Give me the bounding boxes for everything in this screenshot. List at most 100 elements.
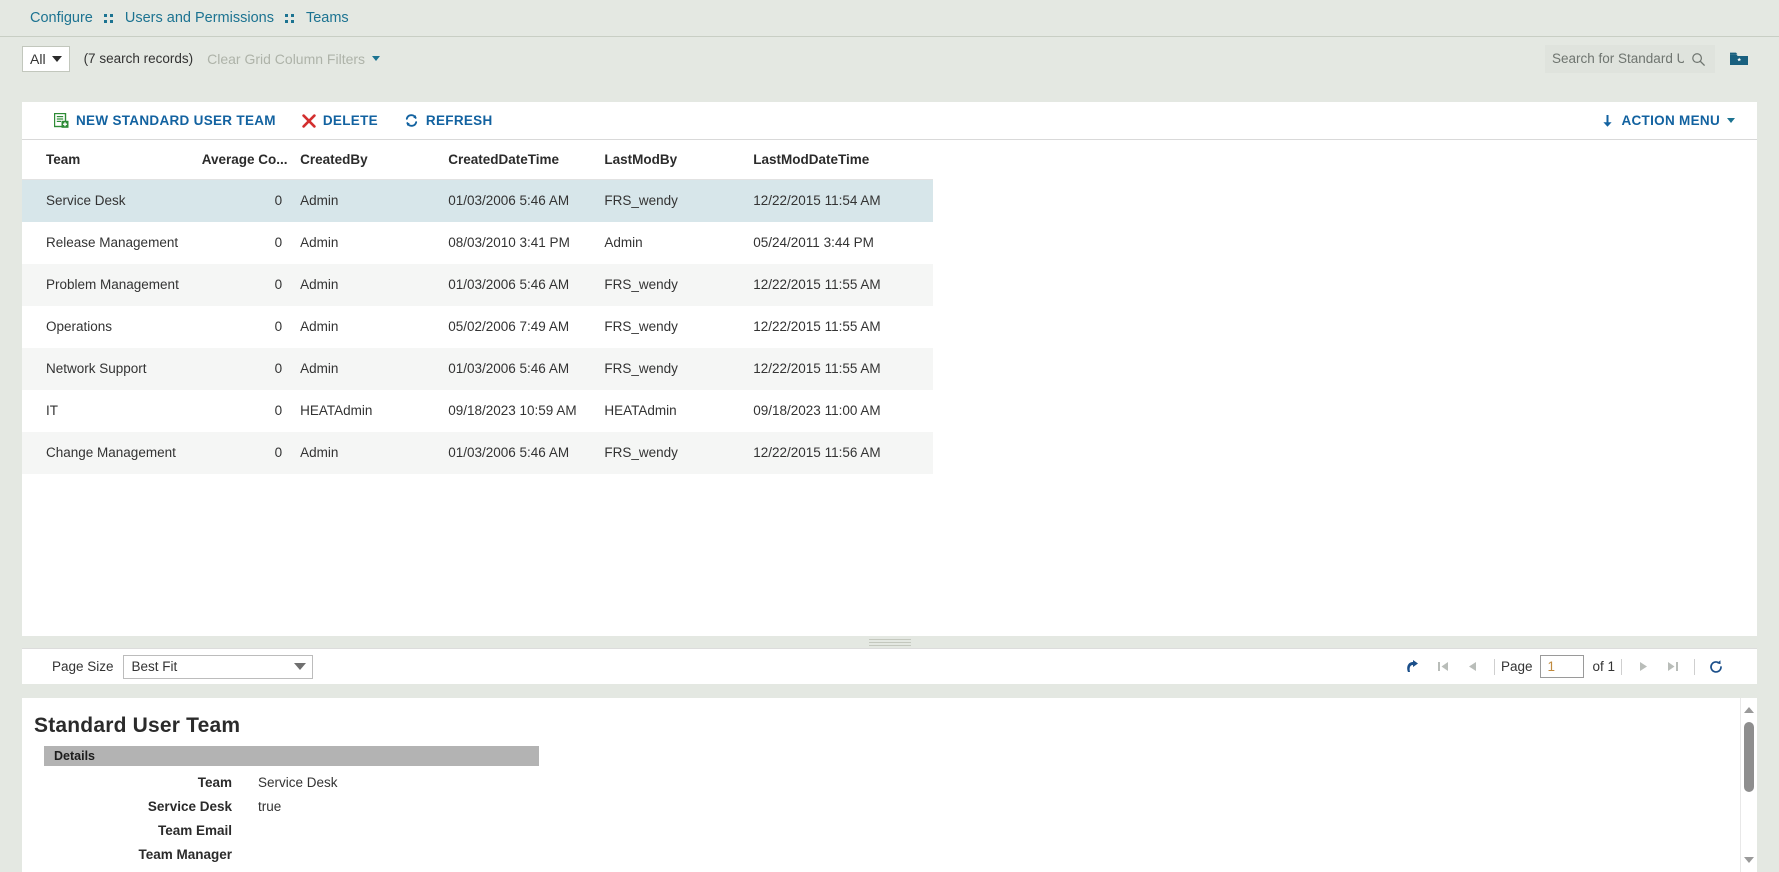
refresh-icon xyxy=(405,114,418,127)
detail-panel: Standard User Team Details Team Service D… xyxy=(22,698,1757,872)
cell-team: Service Desk xyxy=(22,179,202,222)
table-header-row: Team Average Co... CreatedBy CreatedDate… xyxy=(22,140,933,180)
table-row[interactable]: IT 0 HEATAdmin 09/18/2023 10:59 AM HEATAdmin… xyxy=(22,390,933,432)
cell-cdt: 05/02/2006 7:49 AM xyxy=(448,319,570,334)
cell-mdt: 12/22/2015 11:54 AM xyxy=(753,179,933,222)
clear-grid-column-filters-label: Clear Grid Column Filters xyxy=(207,50,366,67)
column-header-average-cost[interactable]: Average Co... xyxy=(201,140,293,180)
scope-dropdown-value: All xyxy=(30,50,46,67)
detail-field-row: Service Desk true xyxy=(22,799,1757,814)
table-row[interactable]: Network Support 0 Admin 01/03/2006 5:46 AM F… xyxy=(22,347,933,390)
close-x-icon xyxy=(302,113,316,128)
saved-searches-folder-icon[interactable] xyxy=(1729,51,1749,67)
chevron-down-icon xyxy=(372,56,381,61)
column-header-lastmoddatetime[interactable]: LastModDateTime xyxy=(753,140,933,180)
scroll-up-icon[interactable] xyxy=(1744,707,1754,713)
table-row[interactable]: Change Management 0 Admin 01/03/2006 5:46 A… xyxy=(22,431,933,474)
cell-cby: Admin xyxy=(300,235,339,250)
scrollbar-thumb[interactable] xyxy=(1744,722,1754,792)
cell-team: Network Support xyxy=(22,347,202,390)
page-size-dropdown[interactable]: Best Fit xyxy=(122,654,313,679)
column-header-team[interactable]: Team xyxy=(22,140,202,180)
cell-cby: HEATAdmin xyxy=(300,403,373,418)
cell-mdt: 12/22/2015 11:55 AM xyxy=(753,319,881,334)
breadcrumb-item-configure[interactable]: Configure xyxy=(30,10,93,26)
cell-avg: 0 xyxy=(201,347,293,390)
column-header-createddatetime[interactable]: CreatedDateTime xyxy=(448,140,605,180)
cell-mdt: 09/18/2023 11:00 AM xyxy=(753,403,881,418)
refresh-button[interactable]: REFRESH xyxy=(404,113,493,128)
table-row[interactable]: Problem Management 0 Admin 01/03/2006 5:46 … xyxy=(22,263,933,306)
new-standard-user-team-button[interactable]: NEW STANDARD USER TEAM xyxy=(54,113,276,128)
cell-cdt: 01/03/2006 5:46 AM xyxy=(448,263,605,306)
action-menu-label: ACTION MENU xyxy=(1621,113,1720,128)
page-size-label: Page Size xyxy=(52,659,114,674)
cell-cdt: 08/03/2010 3:41 PM xyxy=(448,235,570,250)
cell-avg: 0 xyxy=(274,235,283,250)
cell-cdt: 09/18/2023 10:59 AM xyxy=(448,403,577,418)
pager-controls: Page 1 of 1 xyxy=(1398,653,1731,681)
first-page-icon[interactable] xyxy=(1428,653,1458,681)
refresh-label: REFRESH xyxy=(425,113,493,128)
cell-mby: FRS_wendy xyxy=(604,319,678,334)
delete-button[interactable]: DELETE xyxy=(302,113,378,128)
cell-cby: Admin xyxy=(300,319,339,334)
delete-label: DELETE xyxy=(322,113,378,128)
undo-arrow-icon[interactable] xyxy=(1398,653,1428,681)
cell-avg: 0 xyxy=(274,403,283,418)
scroll-down-icon[interactable] xyxy=(1744,857,1754,863)
cell-mdt: 12/22/2015 11:56 AM xyxy=(753,431,933,474)
refresh-circle-icon[interactable] xyxy=(1701,653,1731,681)
splitter-grip-icon xyxy=(868,639,911,646)
page-total-label: of 1 xyxy=(1592,659,1615,674)
cell-team: Change Management xyxy=(22,431,202,474)
clear-grid-column-filters-button[interactable]: Clear Grid Column Filters xyxy=(207,50,381,67)
cell-cdt: 01/03/2006 5:46 AM xyxy=(448,431,605,474)
cell-mdt: 05/24/2011 3:44 PM xyxy=(753,235,874,250)
previous-page-icon[interactable] xyxy=(1458,653,1488,681)
search-box[interactable] xyxy=(1545,44,1715,73)
detail-scrollbar[interactable] xyxy=(1740,698,1757,872)
cell-team: Problem Management xyxy=(22,263,202,306)
chevron-down-icon xyxy=(51,55,62,62)
detail-field-value[interactable]: true xyxy=(232,799,281,814)
table-body: Service Desk 0 Admin 01/03/2006 5:46 AM FRS_… xyxy=(22,179,933,474)
table-row[interactable]: Operations 0 Admin 05/02/2006 7:49 AM FRS_we… xyxy=(22,306,933,348)
page-label: Page xyxy=(1500,659,1533,674)
chevron-down-icon xyxy=(293,663,306,670)
detail-field-label: Service Desk xyxy=(147,799,232,814)
cell-mby: FRS_wendy xyxy=(604,431,754,474)
arrow-down-icon xyxy=(1603,114,1613,127)
last-page-icon[interactable] xyxy=(1658,653,1688,681)
column-header-createdby[interactable]: CreatedBy xyxy=(292,140,449,180)
pager-bar: Page Size Best Fit Page 1 of 1 xyxy=(22,648,1757,684)
detail-field-label: Team Manager xyxy=(138,847,232,862)
scope-dropdown[interactable]: All xyxy=(22,45,70,72)
page-size-value: Best Fit xyxy=(131,659,178,674)
breadcrumb-item-users-and-permissions[interactable]: Users and Permissions xyxy=(125,10,274,26)
page-number-input[interactable]: 1 xyxy=(1540,655,1585,678)
cell-mby: HEATAdmin xyxy=(604,403,677,418)
grid-splitter[interactable] xyxy=(22,636,1757,648)
grid-command-bar: NEW STANDARD USER TEAM DELETE REFRESH AC… xyxy=(22,102,1757,140)
column-header-lastmodby[interactable]: LastModBy xyxy=(604,140,754,180)
cell-mby: FRS_wendy xyxy=(604,347,754,390)
detail-field-row: Team Service Desk xyxy=(22,775,1757,790)
table-row[interactable]: Service Desk 0 Admin 01/03/2006 5:46 AM FRS_… xyxy=(22,179,933,222)
app-root: Configure Users and Permissions Teams Al… xyxy=(0,0,1779,872)
breadcrumb-item-teams[interactable]: Teams xyxy=(306,10,349,26)
search-icon[interactable] xyxy=(1691,52,1706,67)
next-page-icon[interactable] xyxy=(1628,653,1658,681)
table-row[interactable]: Release Management 0 Admin 08/03/2010 3:41 … xyxy=(22,222,933,264)
detail-field-label: Team xyxy=(197,775,232,790)
teams-table: Team Average Co... CreatedBy CreatedDate… xyxy=(22,140,933,474)
action-menu-button[interactable]: ACTION MENU xyxy=(1601,113,1735,128)
detail-field-label: Team Email xyxy=(157,823,232,838)
cell-cby: Admin xyxy=(292,179,449,222)
cell-cdt: 01/03/2006 5:46 AM xyxy=(448,179,605,222)
record-count: (7 search records) xyxy=(83,51,194,66)
detail-field-value[interactable]: Service Desk xyxy=(232,775,338,790)
cell-mdt: 12/22/2015 11:55 AM xyxy=(753,347,933,390)
cell-mdt: 12/22/2015 11:55 AM xyxy=(753,263,933,306)
search-input[interactable] xyxy=(1546,45,1686,72)
